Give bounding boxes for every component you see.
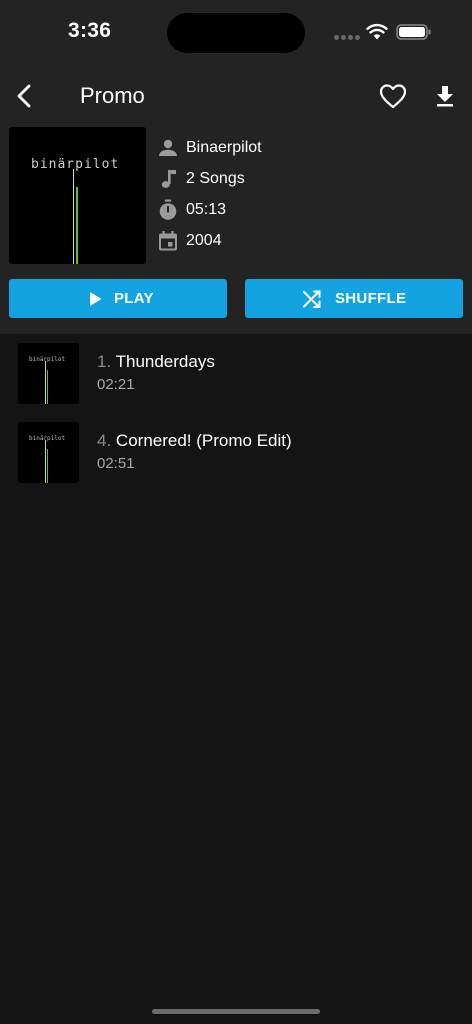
track-number: 1. [97,352,112,371]
play-icon [90,292,102,306]
track-duration: 02:51 [97,455,135,472]
album-screen: 3:36 Promo binärpilot Binaerpilot 2 Song… [0,0,472,1024]
wifi-icon [366,23,388,40]
thumbnail-line-accent [47,449,48,483]
track-row[interactable]: binärpilot 1. Thunderdays 02:21 [0,334,472,404]
download-icon [437,86,453,107]
track-thumbnail: binärpilot [18,343,79,404]
track-title: Cornered! (Promo Edit) [115,431,292,450]
status-time: 3:36 [68,19,112,42]
album-cover: binärpilot [9,127,146,264]
music-note-icon [161,170,176,188]
shuffle-button[interactable]: SHUFFLE [245,279,463,318]
album-metadata: Binaerpilot 2 Songs 05:13 2004 [157,137,457,261]
download-button[interactable] [432,82,458,110]
release-year: 2004 [186,232,222,249]
timer-icon [159,199,177,220]
cover-line-accent [76,187,78,264]
heart-outline-icon [379,84,407,109]
chevron-left-icon [17,84,31,108]
back-button[interactable] [10,80,40,112]
home-indicator[interactable] [152,1009,320,1014]
person-icon [159,139,177,156]
album-duration: 05:13 [186,201,227,218]
cellular-signal-icon [334,35,360,41]
thumbnail-line [45,361,46,404]
duration-row: 05:13 [157,199,457,230]
shuffle-icon [303,290,321,308]
navigation-bar: Promo [0,70,472,122]
track-thumbnail: binärpilot [18,422,79,483]
play-button-label: PLAY [114,290,154,307]
artist-name: Binaerpilot [186,139,262,156]
track-duration: 02:21 [97,376,135,393]
thumbnail-line [45,440,46,483]
track-number: 4. [97,431,112,450]
artist-row: Binaerpilot [157,137,457,168]
track-row[interactable]: binärpilot 4. Cornered! (Promo Edit) 02:… [0,413,472,483]
battery-icon [396,24,431,40]
thumbnail-logo-text: binärpilot [29,435,66,442]
cover-logo-text: binärpilot [31,157,120,172]
cover-line [73,169,74,264]
thumbnail-logo-text: binärpilot [29,356,66,363]
shuffle-button-label: SHUFFLE [335,290,407,307]
thumbnail-line-accent [47,370,48,404]
favorite-button[interactable] [378,82,408,110]
song-count: 2 Songs [186,170,245,187]
track-title-line: 1. Thunderdays [97,352,215,372]
song-count-row: 2 Songs [157,168,457,199]
track-title: Thunderdays [115,352,215,371]
calendar-icon [159,231,177,251]
year-row: 2004 [157,230,457,261]
status-bar: 3:36 [0,0,472,64]
album-header: 3:36 Promo binärpilot Binaerpilot 2 Song… [0,0,472,334]
page-title: Promo [80,83,145,108]
track-title-line: 4. Cornered! (Promo Edit) [97,431,292,451]
dynamic-island [167,13,305,53]
play-button[interactable]: PLAY [9,279,227,318]
